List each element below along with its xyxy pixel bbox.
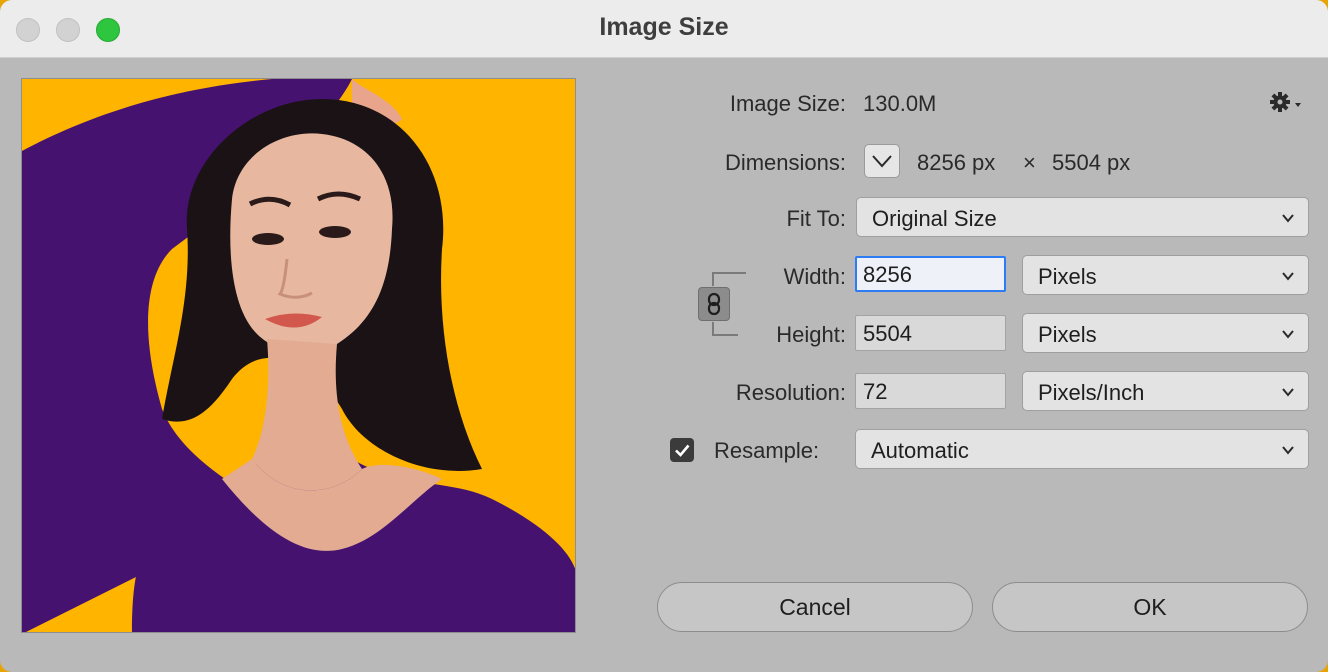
fit-to-value: Original Size [872,206,997,231]
dimensions-unit-toggle[interactable] [864,144,900,178]
constrain-bracket-bottom [712,322,738,336]
checkmark-icon [675,444,690,457]
resample-label: Resample: [714,438,820,463]
dimensions-times-symbol: × [1023,150,1036,175]
width-label: Width: [783,264,846,289]
height-input[interactable]: 5504 [855,315,1006,351]
resolution-input[interactable]: 72 [855,373,1006,409]
fit-to-label: Fit To: [786,206,846,231]
resolution-label: Resolution: [735,380,846,405]
image-size-label: Image Size: [729,91,846,116]
chevron-down-icon [1282,388,1294,397]
resample-method-select[interactable]: Automatic [855,429,1309,469]
title-bar: Image Size [0,0,1328,58]
width-unit-value: Pixels [1038,264,1097,289]
chevron-down-icon [1282,272,1294,281]
width-input[interactable]: 8256 [855,256,1006,292]
image-size-dialog: Image Size Image Size: 130.0M Dimensions… [0,0,1328,672]
chevron-down-icon [1282,214,1294,223]
dimensions-width-value: 8256 px [917,150,996,175]
width-value: 8256 [863,262,912,287]
dialog-title: Image Size [599,13,729,41]
image-preview[interactable] [21,78,576,633]
resolution-unit-select[interactable]: Pixels/Inch [1022,371,1309,411]
constrain-proportions-button[interactable] [698,287,730,321]
resample-checkbox[interactable] [670,438,694,462]
settings-menu-button[interactable] [1268,90,1304,116]
portrait-image [22,79,575,632]
height-label: Height: [776,322,846,347]
ok-button[interactable]: OK [992,582,1308,632]
resolution-unit-value: Pixels/Inch [1038,380,1145,405]
gear-icon [1270,92,1301,112]
dimensions-height-value: 5504 px [1052,150,1131,175]
chain-link-icon [707,292,721,316]
cancel-button[interactable]: Cancel [657,582,973,632]
height-value: 5504 [863,321,912,346]
resample-method-value: Automatic [871,438,969,463]
fit-to-select[interactable]: Original Size [856,197,1309,237]
chevron-down-icon [1282,330,1294,339]
height-unit-value: Pixels [1038,322,1097,347]
chevron-down-icon [1282,446,1294,455]
height-unit-select[interactable]: Pixels [1022,313,1309,353]
chevron-down-icon [872,155,892,168]
image-size-value: 130.0M [863,91,937,116]
dimensions-label: Dimensions: [724,150,846,175]
width-unit-select[interactable]: Pixels [1022,255,1309,295]
resolution-value: 72 [863,379,888,404]
